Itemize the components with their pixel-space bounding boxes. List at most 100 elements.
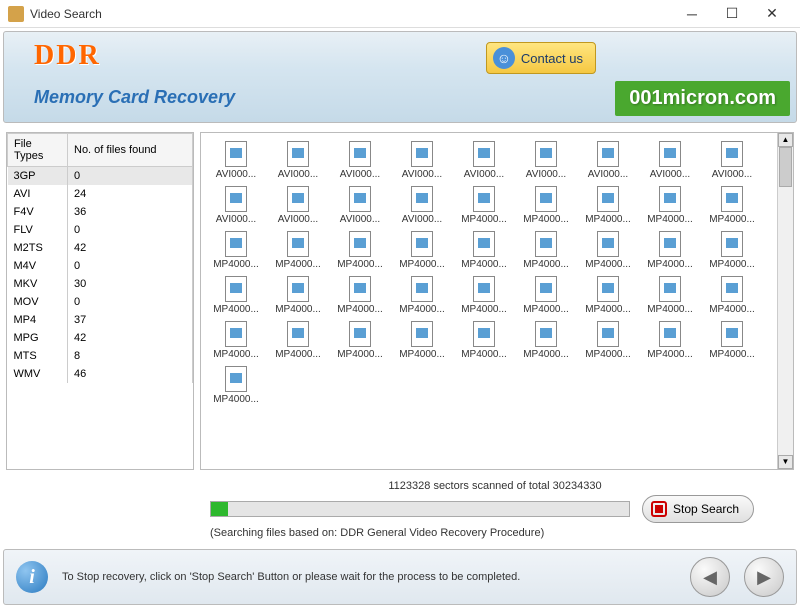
video-file-icon xyxy=(225,366,247,392)
file-item[interactable]: MP4000... xyxy=(701,321,763,360)
file-name: AVI000... xyxy=(205,169,267,180)
file-type-row[interactable]: MPG42 xyxy=(8,329,193,347)
file-type-row[interactable]: WMV46 xyxy=(8,365,193,383)
contact-us-button[interactable]: ☺ Contact us xyxy=(486,42,596,74)
file-count-cell: 0 xyxy=(68,221,193,239)
file-name: MP4000... xyxy=(329,349,391,360)
file-item[interactable]: MP4000... xyxy=(639,231,701,270)
file-item[interactable]: MP4000... xyxy=(701,276,763,315)
file-item[interactable]: MP4000... xyxy=(453,321,515,360)
file-item[interactable]: MP4000... xyxy=(577,186,639,225)
file-item[interactable]: AVI000... xyxy=(701,141,763,180)
file-item[interactable]: AVI000... xyxy=(391,141,453,180)
file-item[interactable]: AVI000... xyxy=(639,141,701,180)
file-item[interactable]: MP4000... xyxy=(453,231,515,270)
col-header-type[interactable]: File Types xyxy=(8,134,68,167)
file-item[interactable]: AVI000... xyxy=(329,141,391,180)
file-name: AVI000... xyxy=(267,169,329,180)
file-item[interactable]: AVI000... xyxy=(453,141,515,180)
file-item[interactable]: MP4000... xyxy=(639,276,701,315)
file-type-row[interactable]: M4V0 xyxy=(8,257,193,275)
file-item[interactable]: MP4000... xyxy=(205,231,267,270)
video-file-icon xyxy=(597,231,619,257)
file-item[interactable]: MP4000... xyxy=(267,321,329,360)
file-item[interactable]: MP4000... xyxy=(453,276,515,315)
file-item[interactable]: MP4000... xyxy=(391,276,453,315)
minimize-button[interactable]: ─ xyxy=(672,0,712,28)
file-item[interactable]: MP4000... xyxy=(267,231,329,270)
file-item[interactable]: AVI000... xyxy=(205,141,267,180)
video-file-icon xyxy=(659,321,681,347)
file-type-cell: WMV xyxy=(8,365,68,383)
file-name: MP4000... xyxy=(267,349,329,360)
contact-label: Contact us xyxy=(521,51,583,66)
file-type-row[interactable]: MTS8 xyxy=(8,347,193,365)
file-type-row[interactable]: 3GP0 xyxy=(8,167,193,186)
file-type-row[interactable]: FLV0 xyxy=(8,221,193,239)
scroll-thumb[interactable] xyxy=(779,147,792,187)
file-type-row[interactable]: MOV0 xyxy=(8,293,193,311)
next-button[interactable]: ▶ xyxy=(744,557,784,597)
file-type-row[interactable]: AVI24 xyxy=(8,185,193,203)
file-type-row[interactable]: F4V36 xyxy=(8,203,193,221)
file-item[interactable]: MP4000... xyxy=(205,321,267,360)
file-type-row[interactable]: MKV30 xyxy=(8,275,193,293)
file-item[interactable]: AVI000... xyxy=(515,141,577,180)
file-count-cell: 0 xyxy=(68,257,193,275)
close-button[interactable]: ✕ xyxy=(752,0,792,28)
file-item[interactable]: MP4000... xyxy=(639,321,701,360)
file-item[interactable]: MP4000... xyxy=(453,186,515,225)
file-item[interactable]: MP4000... xyxy=(205,366,267,405)
file-item[interactable]: AVI000... xyxy=(391,186,453,225)
stop-search-button[interactable]: Stop Search xyxy=(642,495,754,523)
files-scrollbar[interactable]: ▲ ▼ xyxy=(777,133,793,469)
file-name: MP4000... xyxy=(391,304,453,315)
file-name: MP4000... xyxy=(577,259,639,270)
file-item[interactable]: AVI000... xyxy=(267,141,329,180)
file-item[interactable]: AVI000... xyxy=(577,141,639,180)
file-item[interactable]: AVI000... xyxy=(267,186,329,225)
back-button[interactable]: ◀ xyxy=(690,557,730,597)
file-type-cell: MTS xyxy=(8,347,68,365)
file-item[interactable]: MP4000... xyxy=(515,186,577,225)
progress-fill xyxy=(211,502,228,516)
file-name: MP4000... xyxy=(701,214,763,225)
file-item[interactable]: MP4000... xyxy=(639,186,701,225)
file-name: MP4000... xyxy=(267,259,329,270)
file-type-row[interactable]: M2TS42 xyxy=(8,239,193,257)
file-item[interactable]: MP4000... xyxy=(515,231,577,270)
file-item[interactable]: MP4000... xyxy=(515,276,577,315)
file-item[interactable]: AVI000... xyxy=(205,186,267,225)
file-item[interactable]: MP4000... xyxy=(329,321,391,360)
file-name: AVI000... xyxy=(205,214,267,225)
file-item[interactable]: MP4000... xyxy=(205,276,267,315)
file-item[interactable]: MP4000... xyxy=(329,231,391,270)
file-name: MP4000... xyxy=(205,304,267,315)
video-file-icon xyxy=(721,141,743,167)
scroll-up-icon[interactable]: ▲ xyxy=(778,133,793,147)
file-item[interactable]: MP4000... xyxy=(577,321,639,360)
file-item[interactable]: AVI000... xyxy=(329,186,391,225)
file-item[interactable]: MP4000... xyxy=(391,321,453,360)
progress-bar xyxy=(210,501,630,517)
file-item[interactable]: MP4000... xyxy=(267,276,329,315)
file-item[interactable]: MP4000... xyxy=(577,231,639,270)
maximize-button[interactable]: ☐ xyxy=(712,0,752,28)
file-name: MP4000... xyxy=(205,349,267,360)
info-icon: i xyxy=(16,561,48,593)
file-type-row[interactable]: MP437 xyxy=(8,311,193,329)
file-item[interactable]: MP4000... xyxy=(701,231,763,270)
video-file-icon xyxy=(535,231,557,257)
files-grid[interactable]: AVI000...AVI000...AVI000...AVI000...AVI0… xyxy=(201,133,777,469)
file-item[interactable]: MP4000... xyxy=(329,276,391,315)
col-header-count[interactable]: No. of files found xyxy=(68,134,193,167)
file-name: AVI000... xyxy=(515,169,577,180)
file-item[interactable]: MP4000... xyxy=(577,276,639,315)
file-item[interactable]: MP4000... xyxy=(391,231,453,270)
file-item[interactable]: MP4000... xyxy=(701,186,763,225)
scroll-down-icon[interactable]: ▼ xyxy=(778,455,793,469)
video-file-icon xyxy=(411,186,433,212)
file-item[interactable]: MP4000... xyxy=(515,321,577,360)
app-icon xyxy=(8,6,24,22)
footer-bar: i To Stop recovery, click on 'Stop Searc… xyxy=(3,549,797,605)
